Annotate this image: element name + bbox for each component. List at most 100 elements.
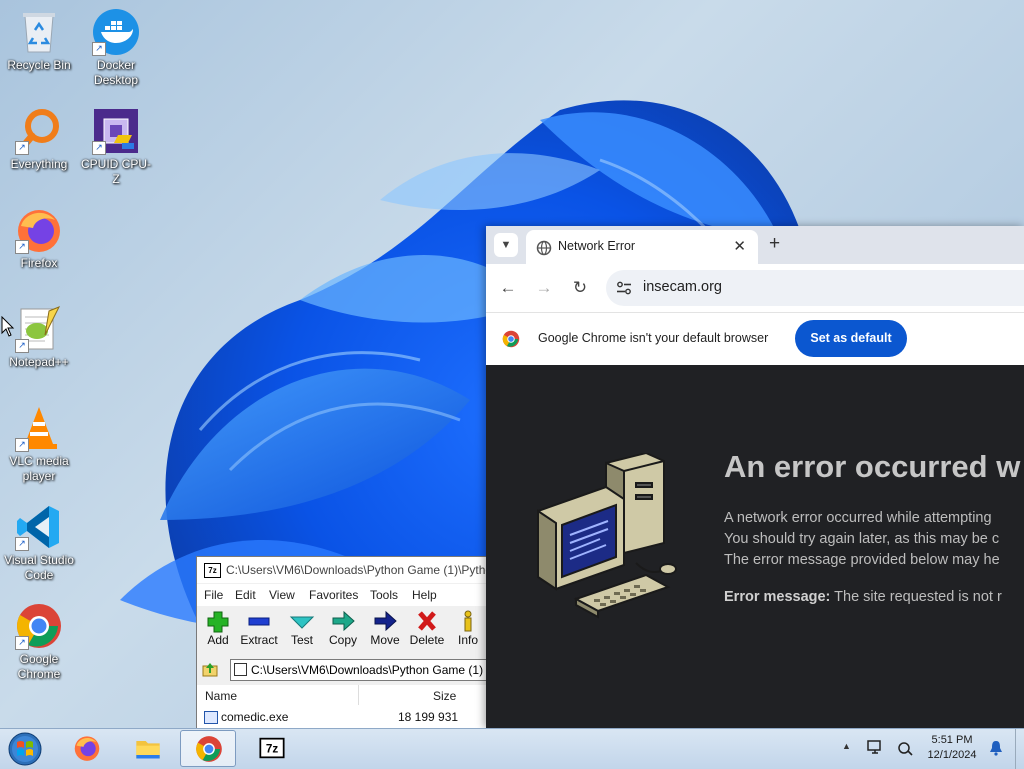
test-button[interactable]: Test [281,609,323,647]
move-arrow-icon [374,610,397,632]
desktop-icon-recycle-bin[interactable]: Recycle Bin [1,8,77,73]
desktop-icon-label: Docker [96,58,135,72]
error-description-line: A network error occurred while attemptin… [724,510,992,526]
copy-label: Copy [328,633,357,647]
new-tab-plus-icon[interactable]: + [769,233,780,255]
menu-file[interactable]: File [204,588,223,602]
file-size: 18 199 931 [398,710,459,724]
desktop-icon-label: CPUID CPU-Z [80,157,151,186]
desktop-icon-label-line2: player [22,469,56,483]
desktop-icon-label-line2: Desktop [93,73,139,87]
taskbar-chrome[interactable] [180,730,236,767]
site-settings-icon[interactable] [616,281,632,295]
retro-computer-icon [537,453,677,619]
desktop-icon-vlc[interactable]: ↗ VLC media player [1,404,77,484]
desktop-icon-chrome[interactable]: ↗ Google Chrome [1,602,77,682]
delete-x-icon [418,611,436,631]
delete-button[interactable]: Delete [406,609,448,647]
sevenzip-path-field[interactable]: C:\Users\VM6\Downloads\Python Game (1) [230,659,487,681]
file-explorer-icon [136,741,160,759]
error-page: An error occurred w A network error occu… [486,365,1024,728]
desktop-icon-label: Everything [10,157,68,171]
add-button[interactable]: Add [197,609,239,647]
column-header-size[interactable]: Size [433,689,456,703]
show-hidden-icons-chevron-icon[interactable]: ▲ [842,741,851,751]
desktop-icon-cpu-z[interactable]: ↗ CPUID CPU-Z [78,107,154,187]
table-row[interactable]: comedic.exe 18 199 931 [197,709,487,727]
chrome-icon [196,736,222,762]
check-icon [289,616,315,629]
chrome-toolbar: ← → ↻ insecam.org [486,264,1024,312]
chrome-window[interactable]: ▼ Network Error ✕ + ← → ↻ insecam.org Go… [486,226,1024,728]
address-bar[interactable]: insecam.org [606,270,1024,306]
recycle-bin-icon [23,13,55,53]
delete-label: Delete [409,633,445,647]
error-description-line: You should try again later, as this may … [724,531,1000,547]
folder-up-icon[interactable] [202,661,218,677]
test-label: Test [290,633,313,647]
desktop-icon-firefox[interactable]: ↗ Firefox [1,206,77,271]
menu-edit[interactable]: Edit [235,588,256,602]
info-icon [464,610,472,632]
file-name: comedic.exe [221,710,289,724]
move-button[interactable]: Move [364,609,406,647]
taskbar-file-explorer[interactable] [120,730,176,767]
column-header-name[interactable]: Name [205,689,237,703]
desktop-icon-label-line2: Code [24,568,54,582]
menu-favorites[interactable]: Favorites [309,588,358,602]
7zip-icon: 7z [204,563,221,578]
show-desktop-button[interactable] [1015,729,1024,769]
copy-arrow-icon [332,610,355,632]
infobar-text: Google Chrome isn't your default browser [538,331,769,345]
firefox-icon [74,736,100,761]
system-clock[interactable]: 5:51 PM 12/1/2024 [922,733,982,763]
column-divider[interactable] [358,685,359,705]
sevenzip-titlebar[interactable]: 7z C:\Users\VM6\Downloads\Python Game (1… [197,557,487,583]
sevenzip-window[interactable]: 7z C:\Users\VM6\Downloads\Python Game (1… [196,556,488,730]
desktop-icon-label: Google [19,652,59,666]
notification-bell-icon[interactable] [988,740,1004,756]
taskbar-7zip[interactable]: 7z [244,730,300,767]
minus-icon [248,617,270,626]
mouse-cursor-icon [1,316,15,337]
svg-text:7z: 7z [266,743,278,756]
desktop-icon-vscode[interactable]: ↗ Visual Studio Code [1,503,77,583]
sevenzip-menubar: File Edit View Favorites Tools Help [197,584,487,606]
sevenzip-address-bar: C:\Users\VM6\Downloads\Python Game (1) [197,657,487,683]
extract-label: Extract [240,633,278,647]
extract-button[interactable]: Extract [238,609,280,647]
default-browser-infobar: Google Chrome isn't your default browser… [486,312,1024,366]
chrome-tabstrip[interactable]: ▼ Network Error ✕ + [486,226,1024,264]
add-label: Add [207,633,229,647]
sevenzip-file-list[interactable]: Name Size comedic.exe 18 199 931 [197,685,487,729]
tab-network-error[interactable]: Network Error ✕ [526,230,758,264]
copy-button[interactable]: Copy [322,609,364,647]
back-arrow-icon[interactable]: ← [496,276,520,300]
windows-start-orb-icon[interactable] [6,731,44,767]
info-button[interactable]: Info [447,609,487,647]
desktop-icon-docker[interactable]: ↗ Docker Desktop [78,8,154,88]
error-message-text: The site requested is not r [834,589,1002,605]
drive-icon [234,663,247,676]
set-as-default-button[interactable]: Set as default [795,320,907,357]
network-icon[interactable] [866,739,884,757]
desktop-icon-label: VLC media [9,454,69,468]
url-text: insecam.org [643,279,722,295]
error-message: Error message: The site requested is not… [724,589,1002,605]
menu-view[interactable]: View [269,588,295,602]
action-center-icon[interactable] [896,739,914,757]
sevenzip-path-text: C:\Users\VM6\Downloads\Python Game (1) [251,663,484,677]
menu-tools[interactable]: Tools [370,588,398,602]
taskbar-firefox[interactable] [59,730,115,767]
desktop-icon-everything[interactable]: ↗ Everything [1,107,77,172]
reload-icon[interactable]: ↻ [568,276,592,300]
desktop-icon-label: Firefox [20,256,58,270]
globe-icon [536,240,552,256]
close-tab-icon[interactable]: ✕ [733,237,746,255]
desktop-icon-label: Visual Studio [4,553,74,567]
forward-arrow-icon[interactable]: → [532,276,556,300]
plus-icon [207,611,229,633]
tab-search-button[interactable]: ▼ [494,233,518,257]
7zip-icon: 7z [259,737,285,759]
menu-help[interactable]: Help [412,588,437,602]
